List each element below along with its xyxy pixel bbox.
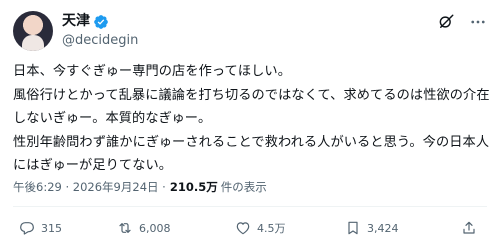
header-actions [437, 13, 487, 31]
verified-badge-icon[interactable] [93, 14, 109, 30]
share-button[interactable] [461, 218, 477, 238]
reply-icon [20, 222, 34, 235]
avatar[interactable] [13, 11, 53, 51]
reply-count: 315 [41, 221, 62, 235]
tweet-meta: 午後6:29 · 2026年9月24日 · 210.5万 件の表示 [13, 178, 267, 196]
author-names: 天津 @decidegin [62, 12, 138, 50]
share-icon [463, 221, 475, 234]
tweet-card: 天津 @decidegin 日本、今すぐぎゅー専門の店を作ってほしい。 風俗行け… [0, 0, 500, 246]
user-handle[interactable]: @decidegin [62, 32, 138, 50]
like-button[interactable]: 4.5万 [235, 218, 286, 238]
tweet-header: 天津 @decidegin [13, 11, 487, 51]
bookmark-icon [348, 221, 358, 235]
bookmark-count: 3,424 [367, 221, 399, 235]
like-count: 4.5万 [257, 222, 286, 235]
display-name-row: 天津 [62, 12, 138, 31]
bookmark-button[interactable]: 3,424 [345, 218, 399, 238]
retweet-button[interactable]: 6,008 [117, 218, 171, 238]
heart-icon [236, 222, 250, 235]
tweet-text: 日本、今すぐぎゅー専門の店を作ってほしい。 風俗行けとかって乱暴に議論を打ち切る… [13, 64, 490, 173]
grok-icon[interactable] [437, 13, 455, 31]
retweet-icon [119, 223, 131, 233]
post-time[interactable]: 午後6:29 · 2026年9月24日 · [13, 179, 166, 195]
divider [13, 206, 487, 207]
action-bar: 315 6,008 4.5万 3,424 [13, 218, 487, 238]
display-name[interactable]: 天津 [62, 12, 90, 31]
more-icon[interactable] [469, 13, 487, 31]
views-label: 件の表示 [220, 180, 267, 194]
reply-button[interactable]: 315 [19, 218, 62, 238]
retweet-count: 6,008 [139, 221, 171, 235]
views-count: 210.5万 [169, 180, 218, 194]
